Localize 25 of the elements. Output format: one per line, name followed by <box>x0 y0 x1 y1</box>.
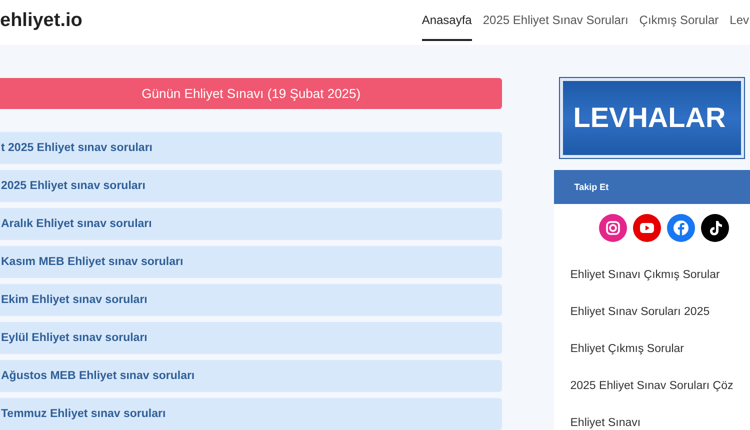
nav-link[interactable]: Lev <box>730 13 749 41</box>
sidebar-link[interactable]: Ehliyet Çıkmış Sorular <box>570 341 750 358</box>
sign-text: LEVHALAR <box>573 102 726 134</box>
nav-link[interactable]: Anasayfa <box>422 13 472 41</box>
nav-link[interactable]: 2025 Ehliyet Sınav Soruları <box>482 13 628 41</box>
site-logo[interactable]: ehliyet.io <box>0 10 82 32</box>
sidebar-link[interactable]: Ehliyet Sınavı Çıkmış Sorular <box>570 267 750 284</box>
nav-link[interactable]: Çıkmış Sorular <box>639 13 719 41</box>
sidebar-link[interactable]: Ehliyet Sınavı <box>570 415 750 430</box>
exam-link[interactable]: Ekim Ehliyet sınav soruları <box>0 284 502 316</box>
exam-link[interactable]: Ağustos MEB Ehliyet sınav soruları <box>0 360 502 392</box>
exam-link[interactable]: Eylül Ehliyet sınav soruları <box>0 322 502 354</box>
sidebar-link[interactable]: 2025 Ehliyet Sınav Soruları Çöz <box>570 378 750 395</box>
tiktok-icon[interactable] <box>701 214 730 242</box>
youtube-icon[interactable] <box>633 214 662 242</box>
road-sign-banner[interactable]: LEVHALAR <box>560 78 744 158</box>
follow-title: Takip Et <box>574 182 609 192</box>
exam-link[interactable]: 2025 Ehliyet sınav soruları <box>0 170 502 202</box>
instagram-icon[interactable] <box>599 214 628 242</box>
facebook-icon[interactable] <box>667 214 696 242</box>
exam-link[interactable]: Aralık Ehliyet sınav soruları <box>0 208 502 240</box>
exam-link[interactable]: Temmuz Ehliyet sınav soruları <box>0 398 502 430</box>
exam-link[interactable]: t 2025 Ehliyet sınav soruları <box>0 132 502 164</box>
exam-link[interactable]: Kasım MEB Ehliyet sınav soruları <box>0 246 502 278</box>
sidebar-link[interactable]: Ehliyet Sınav Soruları 2025 <box>570 304 750 321</box>
